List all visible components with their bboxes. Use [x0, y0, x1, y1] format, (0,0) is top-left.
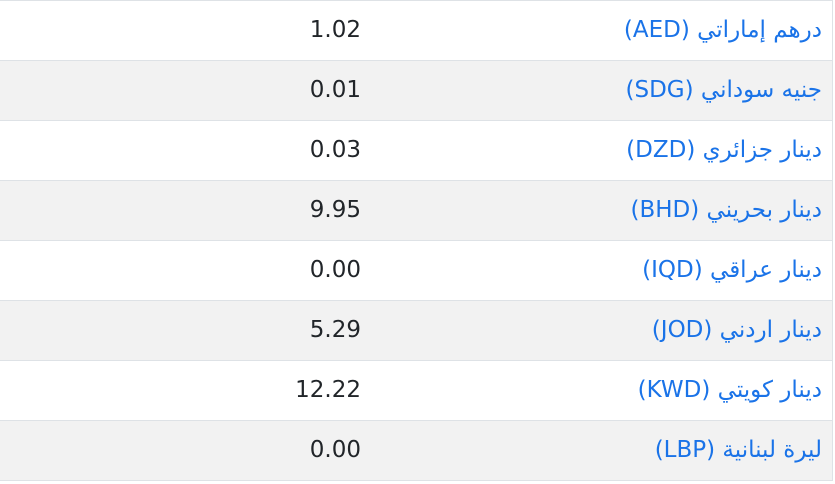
table-row: دينار عراقي (IQD) 0.00 [0, 241, 832, 301]
rate-value: 5.29 [309, 317, 361, 343]
rate-value: 0.01 [309, 77, 361, 103]
currency-link-iqd[interactable]: دينار عراقي (IQD) [642, 241, 822, 300]
exchange-rates-table: درهم إماراتي (AED) 1.02 جنيه سوداني (SDG… [0, 0, 833, 481]
rate-value: 0.03 [309, 137, 361, 163]
currency-link-jod[interactable]: دينار اردني (JOD) [652, 301, 822, 360]
table-row: دينار جزائري (DZD) 0.03 [0, 121, 832, 181]
rate-value: 12.22 [295, 377, 361, 403]
currency-link-dzd[interactable]: دينار جزائري (DZD) [626, 121, 822, 180]
currency-link-bhd[interactable]: دينار بحريني (BHD) [630, 181, 822, 240]
table-row: ليرة لبنانية (LBP) 0.00 [0, 421, 832, 481]
currency-link-sdg[interactable]: جنيه سوداني (SDG) [625, 61, 822, 120]
table-row: درهم إماراتي (AED) 1.02 [0, 1, 832, 61]
rate-value: 9.95 [309, 197, 361, 223]
rate-value: 1.02 [309, 17, 361, 43]
table-row: دينار كويتي (KWD) 12.22 [0, 361, 832, 421]
rate-value: 0.00 [309, 257, 361, 283]
table-row: دينار بحريني (BHD) 9.95 [0, 181, 832, 241]
table-row: جنيه سوداني (SDG) 0.01 [0, 61, 832, 121]
currency-link-kwd[interactable]: دينار كويتي (KWD) [638, 361, 822, 420]
table-row: دينار اردني (JOD) 5.29 [0, 301, 832, 361]
currency-link-lbp[interactable]: ليرة لبنانية (LBP) [655, 421, 822, 480]
currency-link-aed[interactable]: درهم إماراتي (AED) [624, 1, 822, 60]
rate-value: 0.00 [309, 437, 361, 463]
